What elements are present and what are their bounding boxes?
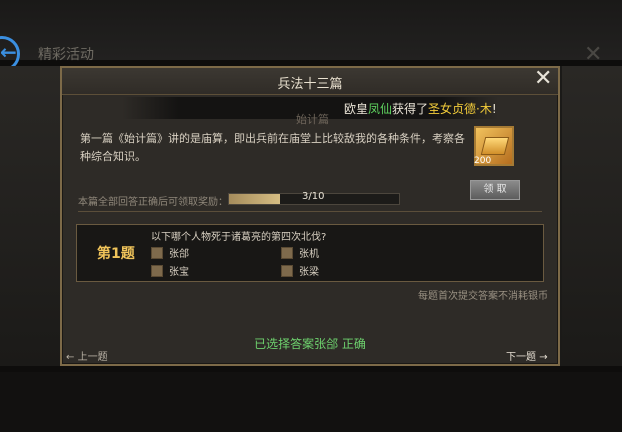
- reward-count: 200: [474, 156, 492, 166]
- quiz-dialog: 兵法十三篇 ✕ 始计篇 欧皇凤仙获得了圣女贞德·木! 第一篇《始计篇》讲的是庙算…: [60, 66, 560, 366]
- option-label: 张机: [299, 249, 319, 260]
- background-decoration: [0, 66, 60, 366]
- background-title: 精彩活动: [38, 47, 94, 63]
- dialog-title: 兵法十三篇: [277, 77, 343, 92]
- ticker-prefix: 欧皇: [344, 102, 369, 116]
- checkbox[interactable]: [151, 246, 163, 259]
- divider: [78, 211, 542, 212]
- checkbox[interactable]: [151, 264, 163, 277]
- cost-note: 每题首次提交答案不消耗银币: [418, 291, 548, 302]
- previous-question-button[interactable]: ← 上一题: [66, 348, 108, 363]
- option-d[interactable]: 张梁: [281, 263, 319, 278]
- progress-fill: [229, 194, 280, 204]
- gold-ingot-icon: [480, 137, 510, 155]
- ticker-suffix: !: [491, 102, 497, 116]
- announcement-ticker: 欧皇凤仙获得了圣女贞德·木!: [344, 100, 497, 117]
- background-close-icon[interactable]: ✕: [584, 42, 602, 67]
- dialog-header: 兵法十三篇 ✕: [62, 66, 558, 95]
- close-icon[interactable]: ✕: [534, 66, 552, 91]
- ticker-player-name: 凤仙: [368, 102, 393, 116]
- arrow-left-icon: ←: [66, 352, 75, 363]
- previous-label: 上一题: [77, 352, 108, 363]
- background-decoration: [562, 66, 622, 366]
- ticker-item-name: 圣女贞德·木: [428, 102, 492, 116]
- next-label: 下一题: [506, 352, 536, 363]
- answer-status: 已选择答案张郃 正确: [254, 337, 366, 351]
- back-arrow-icon: ←: [0, 40, 17, 64]
- chapter-name: 始计篇: [296, 113, 329, 126]
- checkbox[interactable]: [281, 264, 293, 277]
- option-c[interactable]: 张宝: [151, 263, 189, 278]
- progress-text: 3/10: [302, 191, 325, 202]
- option-a[interactable]: 张郃: [151, 245, 189, 260]
- next-question-button[interactable]: 下一题 →: [506, 348, 548, 363]
- option-label: 张梁: [299, 267, 319, 278]
- option-b[interactable]: 张机: [281, 245, 319, 260]
- background-footer: [0, 372, 622, 432]
- option-label: 张宝: [169, 267, 189, 278]
- progress-label: 本篇全部回答正确后可领取奖励：: [78, 197, 228, 208]
- checkbox[interactable]: [281, 246, 293, 259]
- question-panel: 第1题 以下哪个人物死于诸葛亮的第四次北伐? 张郃 张机 张宝 张梁: [76, 224, 544, 282]
- ticker-middle: 获得了: [392, 102, 429, 116]
- claim-button[interactable]: 领 取: [470, 180, 520, 200]
- chapter-description: 第一篇《始计篇》讲的是庙算，即出兵前在庙堂上比较敌我的各种条件，考察各种综合知识…: [80, 132, 465, 163]
- option-label: 张郃: [169, 249, 189, 260]
- arrow-right-icon: →: [539, 352, 548, 363]
- question-text: 以下哪个人物死于诸葛亮的第四次北伐?: [151, 232, 327, 243]
- question-number: 第1题: [97, 246, 135, 262]
